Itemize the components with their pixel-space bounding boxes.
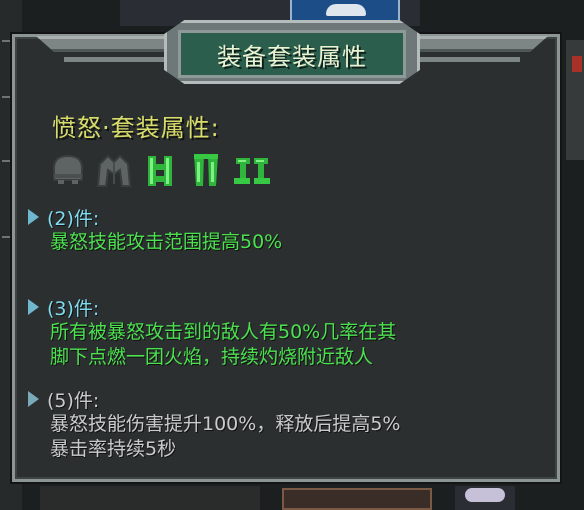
tier-description-line: 暴击率持续5秒 (50, 438, 177, 460)
background-bottom-right (455, 486, 515, 510)
background-bottom-slot (282, 488, 432, 510)
helmet-icon[interactable] (48, 150, 88, 190)
set-bonus-tier-2: (2)件: 暴怒技能攻击范围提高50% (28, 204, 282, 255)
tier-arrow-icon (28, 209, 39, 225)
game-screen: 装备套装属性 愤怒·套装属性: (2)件: 暴怒技能攻击范围提高50% (3)件… (0, 0, 584, 510)
tier-label: (2)件: (47, 207, 100, 230)
tier-description-line: 暴怒技能攻击范围提高50% (50, 231, 283, 253)
leggings-icon[interactable] (186, 150, 226, 190)
tier-arrow-icon (28, 299, 39, 315)
background-bottom-left (40, 486, 260, 510)
tier-description-line: 暴怒技能伤害提升100%，释放后提高5% (50, 413, 401, 435)
header-wing-right (398, 36, 548, 52)
tier-label: (3)件: (47, 297, 100, 320)
tier-label: (5)件: (47, 389, 100, 412)
chestplate-icon[interactable] (94, 150, 134, 190)
tier-description-line: 脚下点燃一团火焰，持续灼烧附近敌人 (50, 346, 374, 368)
boots-icon[interactable] (232, 150, 272, 190)
background-right-strip (566, 40, 584, 160)
tier-description-line: 所有被暴怒攻击到的敌人有50%几率在其 (50, 321, 397, 343)
set-bonus-tier-3: (3)件: 所有被暴怒攻击到的敌人有50%几率在其 脚下点燃一团火焰，持续灼烧附… (28, 294, 396, 370)
set-bonus-tier-5: (5)件: 暴怒技能伤害提升100%，释放后提高5% 暴击率持续5秒 (28, 386, 400, 462)
title-banner: 装备套装属性 (178, 30, 406, 78)
tier-arrow-icon (28, 391, 39, 407)
header-wing-left (36, 36, 186, 52)
armor-set-icons (48, 150, 272, 190)
set-name: 愤怒·套装属性: (52, 114, 220, 142)
vest-icon[interactable] (140, 150, 180, 190)
panel-title: 装备套装属性 (217, 42, 367, 71)
